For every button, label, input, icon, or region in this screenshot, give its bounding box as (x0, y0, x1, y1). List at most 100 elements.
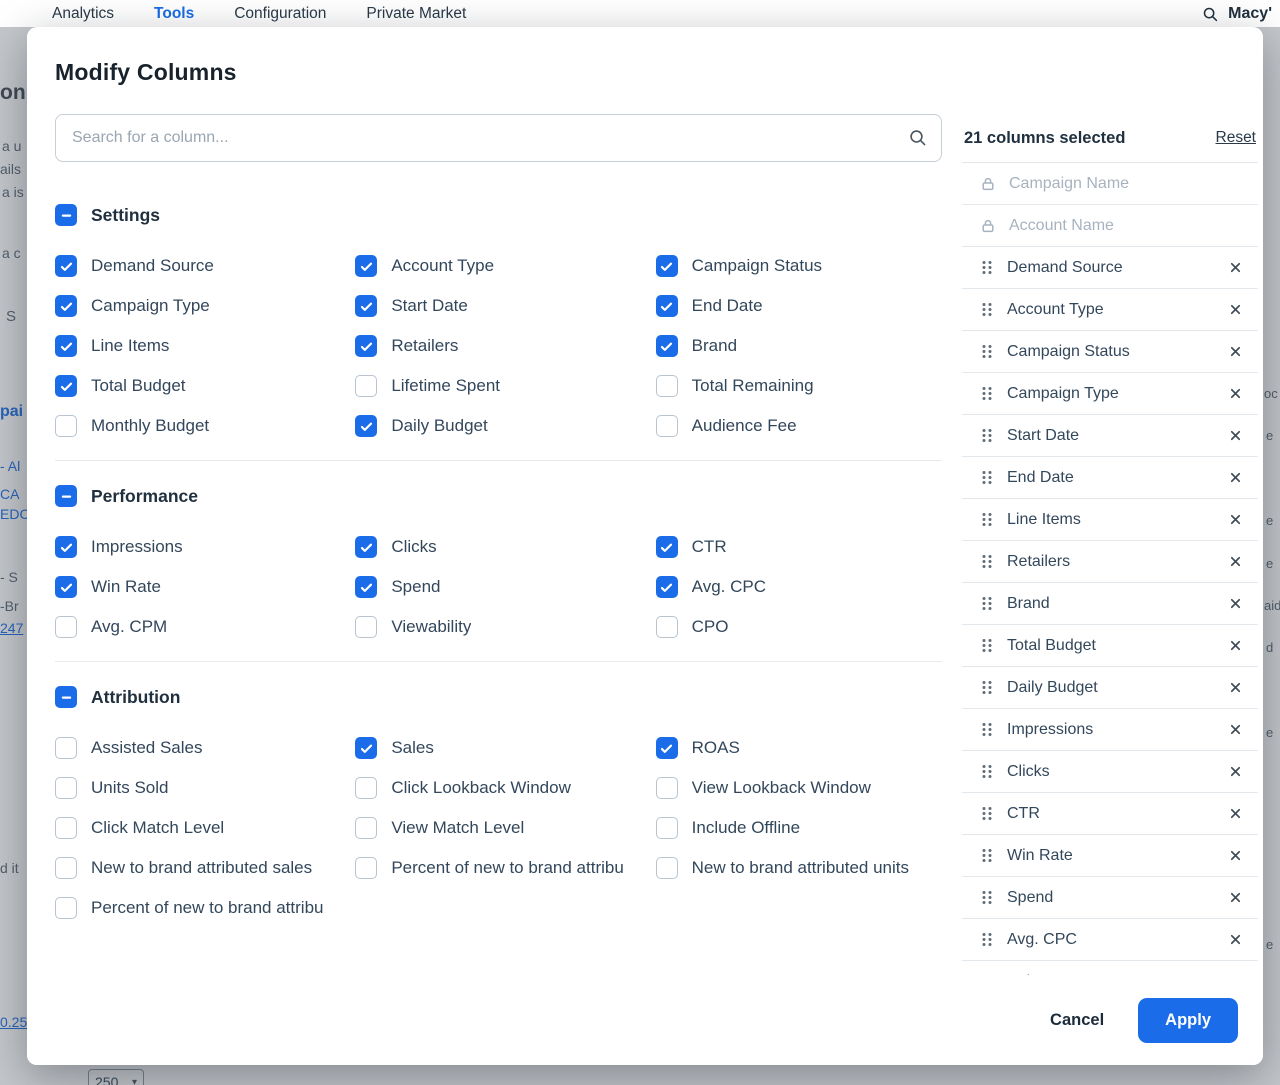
drag-handle-icon[interactable] (980, 763, 994, 780)
remove-column-icon[interactable] (1222, 549, 1248, 575)
checkbox[interactable] (656, 295, 678, 317)
remove-column-icon[interactable] (1222, 633, 1248, 659)
checkbox[interactable] (355, 616, 377, 638)
column-option-lifetime-spent[interactable]: Lifetime Spent (355, 366, 641, 406)
checkbox[interactable] (55, 817, 77, 839)
cancel-button[interactable]: Cancel (1050, 1011, 1104, 1030)
column-option-audience-fee[interactable]: Audience Fee (656, 406, 942, 446)
column-option-end-date[interactable]: End Date (656, 286, 942, 326)
column-option-monthly-budget[interactable]: Monthly Budget (55, 406, 341, 446)
account-name[interactable]: Macy' (1228, 5, 1272, 23)
column-option-percent-of-new-to-brand-attribu[interactable]: Percent of new to brand attribu (55, 888, 341, 928)
drag-handle-icon[interactable] (980, 805, 994, 822)
column-option-daily-budget[interactable]: Daily Budget (355, 406, 641, 446)
checkbox[interactable] (656, 737, 678, 759)
checkbox[interactable] (55, 857, 77, 879)
remove-column-icon[interactable] (1222, 759, 1248, 785)
checkbox[interactable] (55, 295, 77, 317)
nav-item-configuration[interactable]: Configuration (234, 5, 326, 23)
nav-item-tools[interactable]: Tools (154, 5, 194, 23)
column-option-new-to-brand-attributed-sales[interactable]: New to brand attributed sales (55, 848, 341, 888)
checkbox[interactable] (55, 375, 77, 397)
column-option-total-remaining[interactable]: Total Remaining (656, 366, 942, 406)
column-option-percent-of-new-to-brand-attribu[interactable]: Percent of new to brand attribu (355, 848, 641, 888)
checkbox[interactable] (656, 857, 678, 879)
checkbox[interactable] (55, 415, 77, 437)
column-option-avg-cpm[interactable]: Avg. CPM (55, 607, 341, 647)
column-option-avg-cpc[interactable]: Avg. CPC (656, 567, 942, 607)
column-option-click-match-level[interactable]: Click Match Level (55, 808, 341, 848)
checkbox[interactable] (55, 536, 77, 558)
column-option-retailers[interactable]: Retailers (355, 326, 641, 366)
checkbox[interactable] (656, 536, 678, 558)
search-icon[interactable] (1202, 6, 1218, 22)
column-option-brand[interactable]: Brand (656, 326, 942, 366)
column-option-total-budget[interactable]: Total Budget (55, 366, 341, 406)
nav-item-private-market[interactable]: Private Market (366, 5, 466, 23)
remove-column-icon[interactable] (1222, 885, 1248, 911)
section-select-all-checkbox[interactable] (55, 204, 77, 226)
checkbox[interactable] (355, 295, 377, 317)
checkbox[interactable] (355, 857, 377, 879)
checkbox[interactable] (355, 536, 377, 558)
drag-handle-icon[interactable] (980, 679, 994, 696)
checkbox[interactable] (55, 897, 77, 919)
checkbox[interactable] (656, 616, 678, 638)
column-option-impressions[interactable]: Impressions (55, 527, 341, 567)
checkbox[interactable] (55, 255, 77, 277)
checkbox[interactable] (355, 777, 377, 799)
drag-handle-icon[interactable] (980, 553, 994, 570)
checkbox[interactable] (656, 576, 678, 598)
column-option-new-to-brand-attributed-units[interactable]: New to brand attributed units (656, 848, 942, 888)
column-option-view-match-level[interactable]: View Match Level (355, 808, 641, 848)
column-option-cpo[interactable]: CPO (656, 607, 942, 647)
checkbox[interactable] (55, 737, 77, 759)
checkbox[interactable] (656, 817, 678, 839)
checkbox[interactable] (55, 576, 77, 598)
column-option-view-lookback-window[interactable]: View Lookback Window (656, 768, 942, 808)
checkbox[interactable] (355, 255, 377, 277)
remove-column-icon[interactable] (1222, 255, 1248, 281)
column-option-account-type[interactable]: Account Type (355, 246, 641, 286)
drag-handle-icon[interactable] (980, 343, 994, 360)
checkbox[interactable] (355, 817, 377, 839)
remove-column-icon[interactable] (1222, 801, 1248, 827)
column-option-clicks[interactable]: Clicks (355, 527, 641, 567)
reset-link[interactable]: Reset (1216, 129, 1257, 147)
column-option-start-date[interactable]: Start Date (355, 286, 641, 326)
section-select-all-checkbox[interactable] (55, 686, 77, 708)
column-option-sales[interactable]: Sales (355, 728, 641, 768)
drag-handle-icon[interactable] (980, 847, 994, 864)
column-option-assisted-sales[interactable]: Assisted Sales (55, 728, 341, 768)
remove-column-icon[interactable] (1222, 465, 1248, 491)
remove-column-icon[interactable] (1222, 675, 1248, 701)
checkbox[interactable] (656, 255, 678, 277)
apply-button[interactable]: Apply (1138, 998, 1238, 1043)
drag-handle-icon[interactable] (980, 511, 994, 528)
drag-handle-icon[interactable] (980, 889, 994, 906)
drag-handle-icon[interactable] (980, 637, 994, 654)
remove-column-icon[interactable] (1222, 381, 1248, 407)
remove-column-icon[interactable] (1222, 843, 1248, 869)
checkbox[interactable] (55, 335, 77, 357)
remove-column-icon[interactable] (1222, 927, 1248, 953)
checkbox[interactable] (355, 576, 377, 598)
checkbox[interactable] (656, 375, 678, 397)
checkbox[interactable] (355, 375, 377, 397)
drag-handle-icon[interactable] (980, 259, 994, 276)
column-option-click-lookback-window[interactable]: Click Lookback Window (355, 768, 641, 808)
checkbox[interactable] (355, 737, 377, 759)
column-search-input[interactable] (55, 114, 942, 162)
column-option-spend[interactable]: Spend (355, 567, 641, 607)
drag-handle-icon[interactable] (980, 931, 994, 948)
column-option-line-items[interactable]: Line Items (55, 326, 341, 366)
checkbox[interactable] (656, 777, 678, 799)
drag-handle-icon[interactable] (980, 385, 994, 402)
remove-column-icon[interactable] (1222, 507, 1248, 533)
remove-column-icon[interactable] (1222, 717, 1248, 743)
column-option-roas[interactable]: ROAS (656, 728, 942, 768)
nav-item-analytics[interactable]: Analytics (52, 5, 114, 23)
remove-column-icon[interactable] (1222, 591, 1248, 617)
column-option-campaign-type[interactable]: Campaign Type (55, 286, 341, 326)
remove-column-icon[interactable] (1222, 339, 1248, 365)
